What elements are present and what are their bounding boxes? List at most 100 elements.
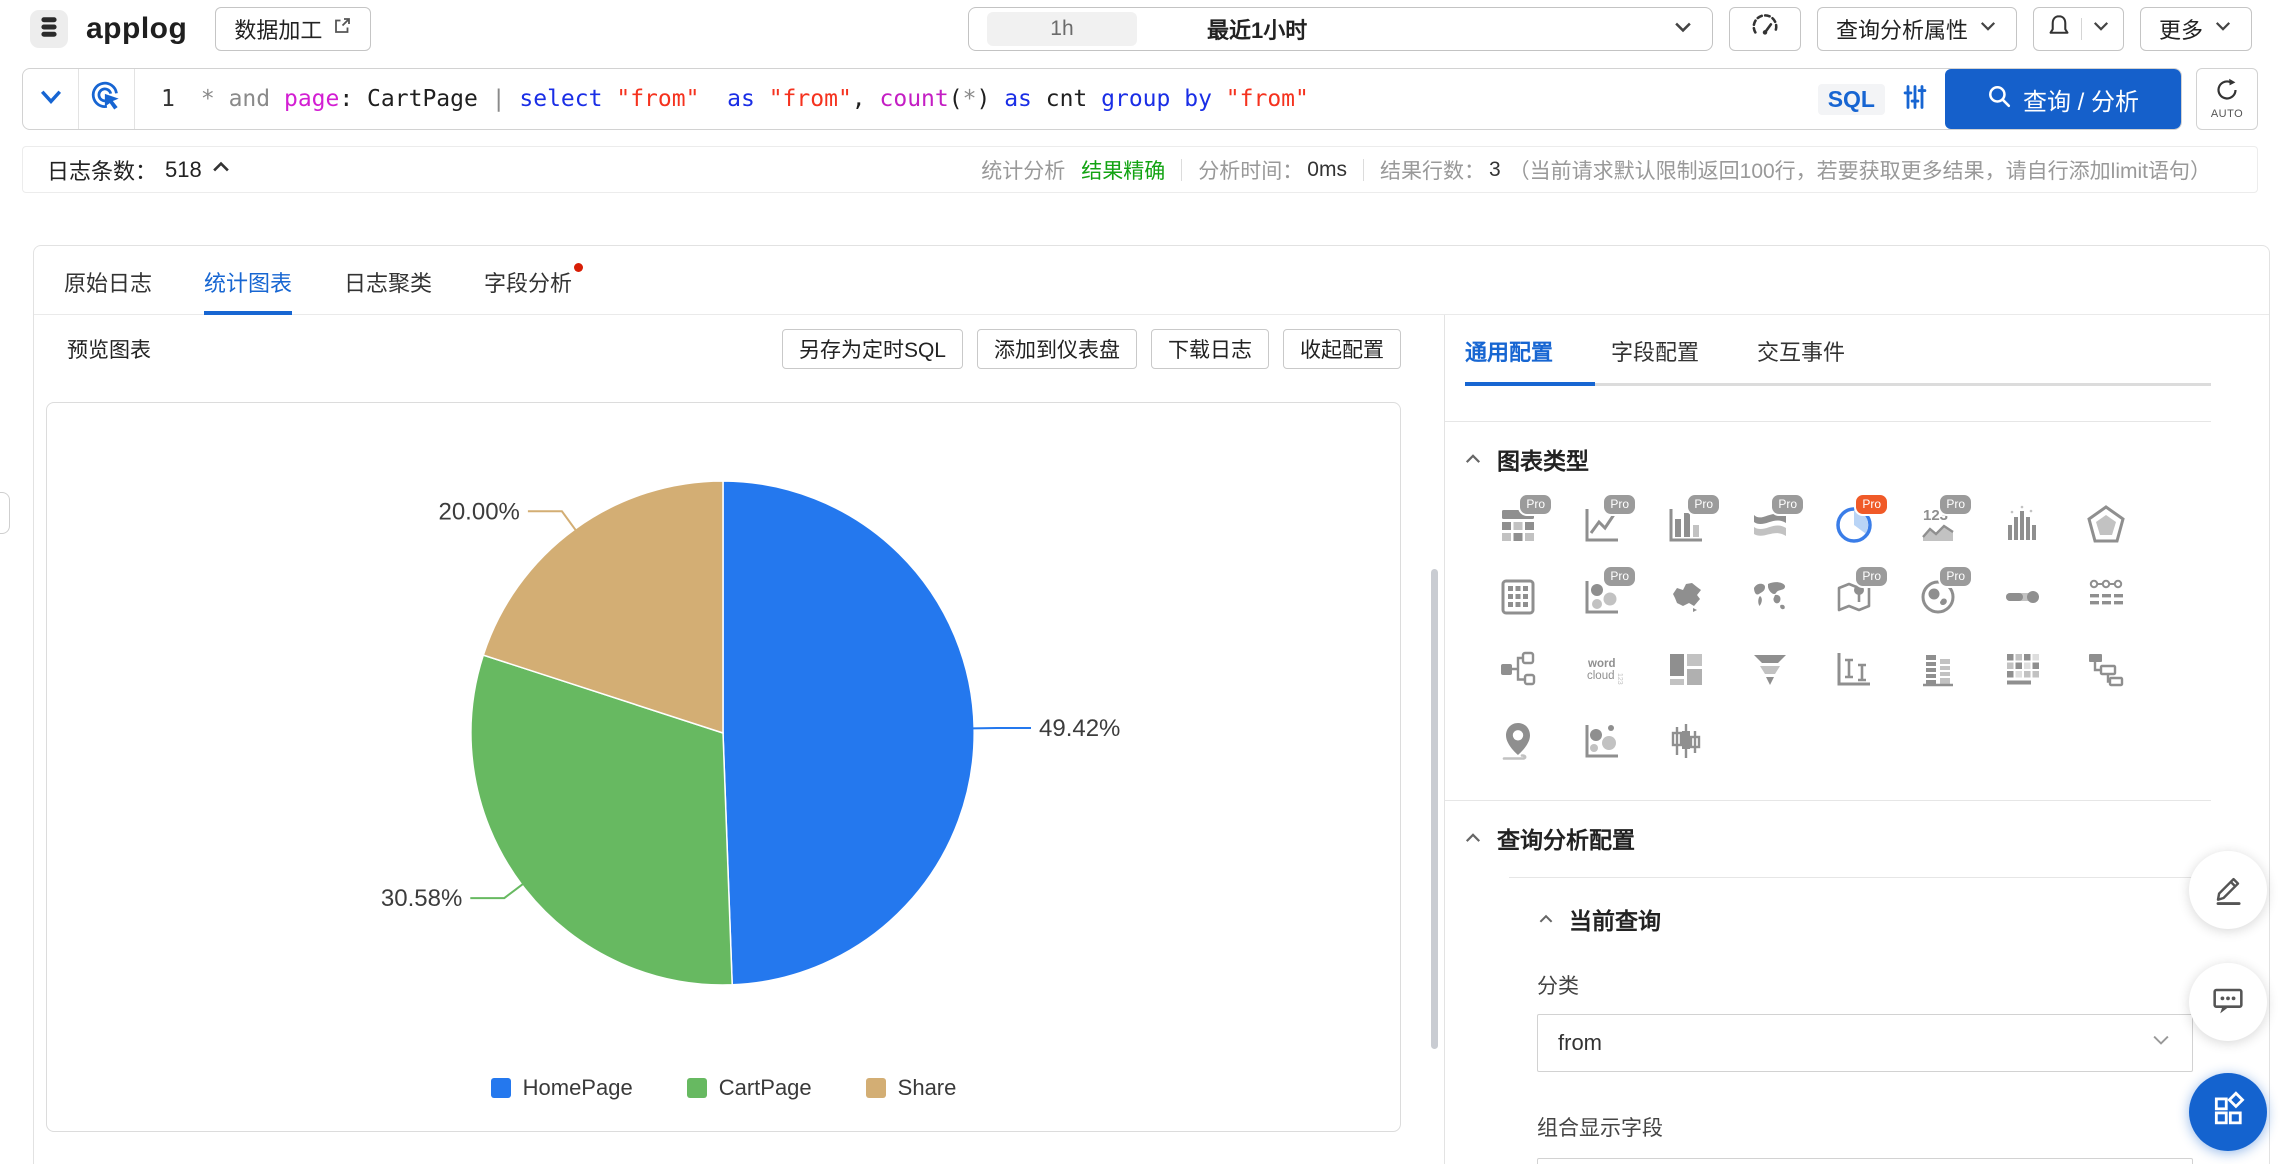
- results-card: 原始日志 统计图表 日志聚类 字段分析 预览图表 另存为定时SQL 添加到仪表盘…: [33, 245, 2270, 1164]
- monitor-gauge-button[interactable]: [1728, 7, 1801, 51]
- query-analysis-attrs-button[interactable]: 查询分析属性: [1816, 7, 2017, 51]
- chart-type-world-map-icon[interactable]: [1747, 574, 1793, 620]
- chevron-down-icon[interactable]: [2091, 16, 2111, 42]
- chart-type-heatmap-icon[interactable]: [1999, 646, 2045, 692]
- result-tabs: 原始日志 统计图表 日志聚类 字段分析: [34, 246, 2269, 315]
- sql-mode-toggle[interactable]: SQL: [1817, 83, 1885, 115]
- time-range-select[interactable]: 1h 最近1小时: [967, 7, 1713, 51]
- legend-swatch: [865, 1078, 886, 1098]
- download-logs-button[interactable]: 下载日志: [1151, 329, 1269, 369]
- pie-chart[interactable]: 49.42% 30.58% 20.00%: [47, 403, 1400, 1131]
- chart-type-candle-icon[interactable]: [1663, 718, 1709, 764]
- chart-type-whisker-icon[interactable]: [1831, 646, 1877, 692]
- chart-type-table-icon[interactable]: Pro: [1495, 493, 1553, 548]
- refresh-icon: [2215, 78, 2239, 107]
- chart-type-pie-icon[interactable]: Pro: [1831, 493, 1889, 548]
- feedback-edit-fab[interactable]: [2189, 851, 2267, 929]
- chart-type-map-pin-icon[interactable]: Pro: [1831, 565, 1889, 620]
- pro-badge: Pro: [1770, 493, 1805, 516]
- auto-refresh-button[interactable]: AUTO: [2196, 68, 2258, 130]
- apps-widgets-fab[interactable]: [2189, 1073, 2267, 1151]
- chart-type-location-icon[interactable]: [1495, 718, 1541, 764]
- collapse-chevron-icon[interactable]: [1463, 449, 1483, 469]
- analysis-time-label: 分析时间：: [1198, 159, 1304, 183]
- combo-fields-select[interactable]: [1537, 1158, 2193, 1164]
- chart-type-funnel-icon[interactable]: [1747, 646, 1793, 692]
- collapse-chevron-icon[interactable]: [1537, 910, 1555, 928]
- chart-type-treemap-icon[interactable]: [1663, 646, 1709, 692]
- vertical-scrollbar[interactable]: [1431, 569, 1438, 1049]
- chart-type-radar-icon[interactable]: [2083, 502, 2129, 548]
- chart-type-matrix-icon[interactable]: [1495, 574, 1541, 620]
- pro-badge: Pro: [1854, 493, 1889, 516]
- chart-type-line-icon[interactable]: Pro: [1579, 493, 1637, 548]
- legend-label: CartPage: [718, 1075, 812, 1100]
- click-target-icon: [90, 80, 124, 119]
- chart-type-china-map-icon[interactable]: [1663, 574, 1709, 620]
- query-expand-button[interactable]: [23, 69, 79, 129]
- divider: [1509, 877, 2211, 878]
- tab-raw-logs[interactable]: 原始日志: [64, 266, 152, 314]
- more-button[interactable]: 更多: [2139, 7, 2252, 51]
- legend-item-Share[interactable]: Share: [865, 1075, 956, 1101]
- apps-grid-icon: [2207, 1089, 2249, 1136]
- chart-type-bubble-icon[interactable]: [1579, 718, 1625, 764]
- chevron-down-icon: [2213, 16, 2233, 42]
- chart-toolbar-buttons: 另存为定时SQL 添加到仪表盘 下载日志 收起配置: [781, 329, 1401, 369]
- sliders-icon[interactable]: [1901, 83, 1929, 116]
- tab-general-config[interactable]: 通用配置: [1465, 335, 1553, 383]
- add-to-dashboard-button[interactable]: 添加到仪表盘: [977, 329, 1137, 369]
- log-count-label: 日志条数：: [47, 158, 158, 184]
- left-panel-handle[interactable]: [0, 492, 10, 534]
- legend-item-CartPage[interactable]: CartPage: [686, 1075, 812, 1101]
- pro-badge: Pro: [1518, 493, 1553, 516]
- database-icon: [36, 14, 62, 45]
- tab-interaction-events[interactable]: 交互事件: [1757, 335, 1845, 383]
- chart-type-dag-icon[interactable]: [2083, 574, 2129, 620]
- save-as-scheduled-sql-button[interactable]: 另存为定时SQL: [781, 329, 963, 369]
- chart-type-tree-icon[interactable]: [2083, 646, 2129, 692]
- tab-field-config[interactable]: 字段配置: [1611, 335, 1699, 383]
- status-bar: 日志条数： 518 统计分析 结果精确 分析时间： 0ms 结果行数： 3 （当…: [22, 146, 2258, 193]
- chart-type-number-icon[interactable]: 123 Pro: [1915, 493, 1973, 548]
- time-range-badge: 1h: [986, 12, 1137, 46]
- tab-field-analysis[interactable]: 字段分析: [484, 263, 584, 314]
- pie-label-line-CartPage: [470, 882, 525, 900]
- pie-slice-HomePage[interactable]: [722, 480, 975, 986]
- tab-log-clustering[interactable]: 日志聚类: [344, 266, 432, 314]
- chart-type-grid: Pro Pro Pro Pro Pro 123 Pro Pro Pro Pro word cloud 1…: [1495, 493, 2269, 764]
- alerts-split-button[interactable]: [2032, 7, 2124, 51]
- collapse-config-button[interactable]: 收起配置: [1283, 329, 1401, 369]
- data-processing-button[interactable]: 数据加工: [215, 7, 372, 51]
- run-query-button[interactable]: 查询 / 分析: [1944, 69, 2181, 129]
- chart-type-topology-icon[interactable]: [1495, 646, 1541, 692]
- chart-type-progress-icon[interactable]: [1999, 574, 2045, 620]
- tab-statistics-chart[interactable]: 统计图表: [204, 266, 293, 315]
- chevron-down-icon: [1672, 16, 1694, 43]
- pro-badge: Pro: [1938, 565, 1973, 588]
- pro-badge: Pro: [1686, 493, 1721, 516]
- chevron-down-icon: [1978, 16, 1998, 42]
- analysis-stats: 统计分析 结果精确 分析时间： 0ms 结果行数： 3 （当前请求默认限制返回1…: [981, 155, 2233, 185]
- chart-type-histogram-icon[interactable]: [1999, 502, 2045, 548]
- chart-type-word-cloud-icon[interactable]: word cloud 123: [1579, 646, 1625, 692]
- current-query-block: 当前查询 分类 from 组合显示字段: [1537, 902, 2269, 1164]
- result-rows-label: 结果行数：: [1379, 159, 1485, 183]
- support-chat-fab[interactable]: [2189, 963, 2267, 1041]
- query-bar: 1 * and page: CartPage | select "from" a…: [22, 68, 2182, 130]
- pie-percent-label-Share: 20.00%: [438, 498, 519, 525]
- chart-type-flow-icon[interactable]: Pro: [1747, 493, 1805, 548]
- chart-type-amap-icon[interactable]: Pro: [1915, 565, 1973, 620]
- query-editor[interactable]: 1 * and page: CartPage | select "from" a…: [135, 69, 1802, 129]
- click-analysis-button[interactable]: [79, 69, 135, 129]
- chart-type-scatter-icon[interactable]: Pro: [1579, 565, 1637, 620]
- legend-item-HomePage[interactable]: HomePage: [490, 1075, 633, 1101]
- collapse-chevron-icon[interactable]: [1463, 828, 1483, 848]
- combo-fields-label: 组合显示字段: [1537, 1117, 1663, 1140]
- chart-type-columns-icon[interactable]: [1915, 646, 1961, 692]
- log-count-toggle[interactable]: 日志条数： 518: [47, 154, 232, 186]
- accuracy-badge: 结果精确: [1081, 159, 1166, 183]
- chart-type-bar-icon[interactable]: Pro: [1663, 493, 1721, 548]
- analysis-label: 统计分析: [981, 159, 1066, 183]
- category-select[interactable]: from: [1537, 1014, 2193, 1072]
